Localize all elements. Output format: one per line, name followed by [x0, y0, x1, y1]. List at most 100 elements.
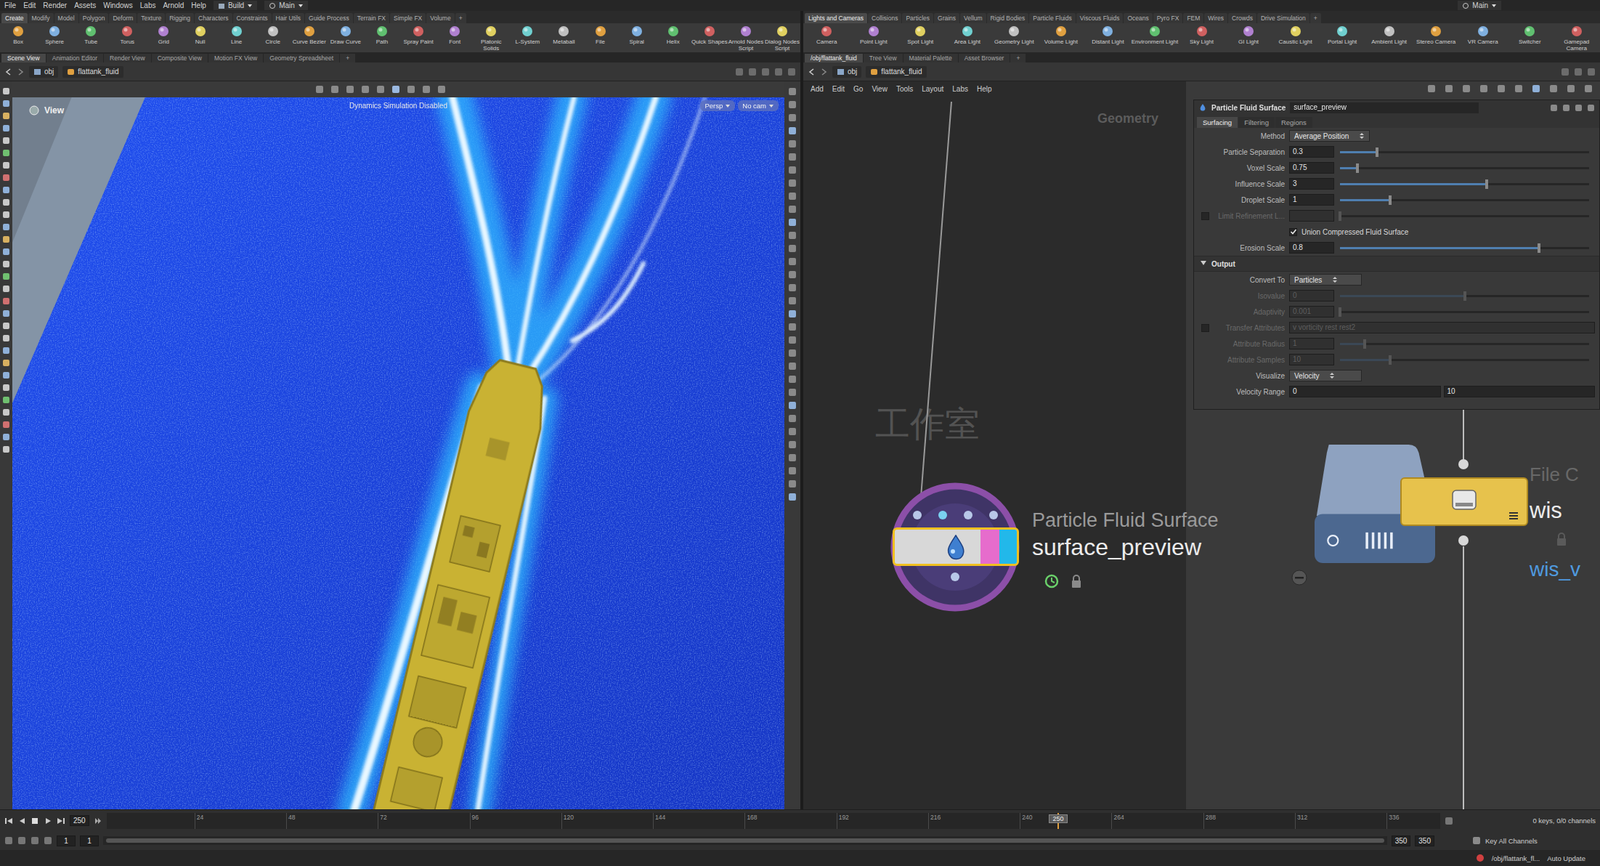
checkbox-row[interactable]: Union Compressed Fluid Surface: [1289, 228, 1409, 237]
shelf-tool[interactable]: Draw Curve: [327, 24, 364, 46]
shelf-tab[interactable]: Create: [1, 13, 28, 24]
network-menu-item[interactable]: Tools: [896, 84, 913, 93]
pane-tab[interactable]: Animation Editor: [46, 53, 104, 63]
viewport-display-icon[interactable]: [788, 283, 797, 292]
slider-handle[interactable]: [1355, 163, 1359, 173]
shelf-tab[interactable]: Oceans: [1123, 13, 1152, 24]
shelf-tool[interactable]: Spot Light: [896, 24, 945, 46]
node-name-label[interactable]: surface_preview: [1032, 534, 1202, 560]
shelf-tab[interactable]: Constraints: [233, 13, 272, 24]
viewport-display-icon[interactable]: [788, 113, 797, 123]
network-menu-item[interactable]: Help: [976, 84, 993, 93]
menu-item[interactable]: Render: [42, 1, 67, 10]
viewport-view-menu[interactable]: View: [28, 104, 64, 117]
network-menu-item[interactable]: Edit: [832, 84, 845, 93]
shelf-tool[interactable]: Metaball: [545, 24, 582, 46]
timeline-option-icon[interactable]: [43, 835, 53, 845]
path-crumb[interactable]: flattank_fluid: [62, 66, 123, 78]
shelf-tab[interactable]: FEM: [1183, 13, 1204, 24]
shelf-tab[interactable]: Pyro FX: [1153, 13, 1184, 24]
viewport-display-icon[interactable]: [788, 100, 797, 109]
slider-handle[interactable]: [1485, 179, 1489, 189]
network-menu-item[interactable]: Add: [810, 84, 824, 93]
add-pane-tab[interactable]: +: [1010, 53, 1026, 63]
viewport-display-icon[interactable]: [788, 492, 797, 502]
slider-handle[interactable]: [1338, 211, 1342, 221]
path-crumb[interactable]: obj: [29, 66, 59, 78]
shelf-tab[interactable]: Wires: [1204, 13, 1228, 24]
path-tool-icon[interactable]: [734, 67, 744, 77]
parameter-tab[interactable]: Filtering: [1238, 116, 1275, 128]
shelf-tool[interactable]: Null: [181, 24, 218, 46]
viewport-display-icon[interactable]: [788, 400, 797, 410]
viewport-display-icon[interactable]: [788, 126, 797, 136]
pane-tab[interactable]: Asset Browser: [958, 53, 1011, 63]
pane-tab[interactable]: Scene View: [1, 53, 46, 63]
path-tool-icon[interactable]: [1560, 67, 1570, 77]
lock-icon[interactable]: [1554, 531, 1569, 547]
shelf-tab[interactable]: Rigid Bodies: [987, 13, 1030, 24]
pane-tab[interactable]: Material Palette: [903, 53, 958, 63]
shelf-tool[interactable]: Distant Light: [1084, 24, 1132, 46]
network-tool-icon[interactable]: [1462, 84, 1471, 93]
range-end-field[interactable]: 350: [1414, 835, 1435, 847]
playback-start-field[interactable]: 1: [79, 835, 99, 847]
slider-handle[interactable]: [1388, 355, 1392, 365]
path-tool-icon[interactable]: [787, 67, 797, 77]
viewport-display-icon[interactable]: [788, 296, 797, 306]
viewport-tool-icon[interactable]: [2, 334, 11, 343]
shelf-tool[interactable]: Arnold Nodes Script: [727, 24, 765, 52]
parameter-menu[interactable]: Velocity: [1289, 369, 1362, 382]
path-tool-icon[interactable]: [774, 67, 783, 77]
shelf-tab[interactable]: Deform: [108, 13, 137, 24]
path-crumb[interactable]: obj: [832, 66, 862, 78]
shelf-tool[interactable]: Circle: [254, 24, 292, 46]
node-name-label[interactable]: wis: [1529, 498, 1563, 523]
slider-track[interactable]: [1339, 294, 1590, 298]
range-slider[interactable]: [103, 835, 1388, 845]
shelf-tool[interactable]: GI Light: [1225, 24, 1273, 46]
viewport-display-icon[interactable]: [788, 217, 797, 227]
shelf-tab[interactable]: Modify: [28, 13, 54, 24]
shelf-tab[interactable]: Rigging: [165, 13, 194, 24]
slider-handle[interactable]: [1338, 307, 1342, 317]
viewport-tool-icon[interactable]: [2, 210, 11, 219]
menu-item[interactable]: Labs: [140, 1, 157, 10]
shelf-tool[interactable]: Grid: [145, 24, 182, 46]
menu-item[interactable]: Edit: [23, 1, 36, 10]
shelf-tool[interactable]: Gamepad Camera: [1553, 24, 1600, 52]
slider-track[interactable]: [1339, 151, 1590, 154]
menu-item[interactable]: Help: [191, 1, 207, 10]
network-tool-icon[interactable]: [1531, 84, 1541, 93]
shelf-tab[interactable]: Texture: [137, 13, 165, 24]
lock-icon[interactable]: [1069, 573, 1084, 589]
viewport-tool-icon[interactable]: [2, 309, 11, 318]
path-tool-icon[interactable]: [1573, 67, 1583, 77]
slider-track[interactable]: [1339, 183, 1590, 186]
viewport-tool-icon[interactable]: [2, 346, 11, 355]
network-tool-icon[interactable]: [1496, 84, 1506, 93]
shelf-tool[interactable]: Sky Light: [1178, 24, 1226, 46]
shelf-tab[interactable]: Guide Process: [305, 13, 353, 24]
shelf-tab[interactable]: Grains: [933, 13, 960, 24]
checkbox[interactable]: [1201, 212, 1210, 221]
step-icon[interactable]: [93, 816, 103, 826]
parameter-tab[interactable]: Regions: [1275, 116, 1313, 128]
menu-item[interactable]: Windows: [103, 1, 133, 10]
add-pane-tab[interactable]: +: [339, 53, 356, 63]
network-tool-icon[interactable]: [1566, 84, 1576, 93]
shelf-tool[interactable]: Quick Shapes: [691, 24, 728, 46]
parameter-field[interactable]: 3: [1289, 177, 1335, 190]
range-start-field[interactable]: 1: [56, 835, 76, 847]
right-selector[interactable]: Main: [1457, 0, 1502, 11]
shelf-tab[interactable]: Collisions: [867, 13, 902, 24]
viewport-display-icon[interactable]: [788, 348, 797, 358]
checkbox[interactable]: [1201, 323, 1210, 332]
shelf-tool[interactable]: Box: [0, 24, 37, 46]
parameter-field[interactable]: 0.3: [1289, 145, 1335, 158]
shelf-tab[interactable]: Viscous Fluids: [1076, 13, 1124, 24]
viewport-tool-icon[interactable]: [2, 222, 11, 231]
timeline-track[interactable]: 2448729612014416819221624026428831233625…: [106, 812, 1441, 829]
pane-tab[interactable]: Geometry Spreadsheet: [263, 53, 340, 63]
network-selector[interactable]: Main: [264, 0, 308, 11]
